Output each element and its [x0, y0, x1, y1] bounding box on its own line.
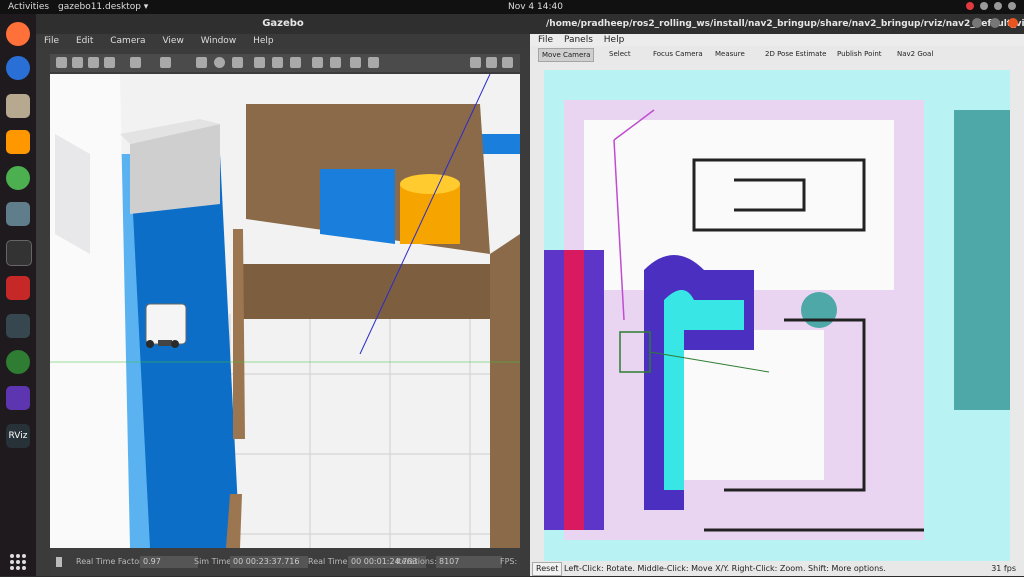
- menu-edit[interactable]: Edit: [76, 36, 93, 46]
- tool-move-camera[interactable]: Move Camera: [538, 48, 595, 62]
- power-icon[interactable]: [1008, 2, 1016, 10]
- rtf-value: 0.97: [140, 556, 198, 568]
- rtf-label: Real Time Factor:: [76, 557, 145, 566]
- menu-camera[interactable]: Camera: [110, 36, 145, 46]
- jump-icon[interactable]: [6, 166, 30, 190]
- pointlight-icon[interactable]: [254, 57, 265, 68]
- clock[interactable]: Nov 4 14:40: [508, 0, 563, 14]
- real-time-label: Real Time:: [308, 557, 351, 566]
- sphere-icon[interactable]: [214, 57, 225, 68]
- pause-icon[interactable]: [56, 557, 62, 567]
- rotate-icon[interactable]: [88, 57, 99, 68]
- xlaunch-icon[interactable]: [6, 386, 30, 410]
- sim-time-value: 00 00:23:37.716: [230, 556, 308, 568]
- minimize-icon[interactable]: [972, 18, 982, 28]
- cylinder-icon[interactable]: [232, 57, 243, 68]
- rviz-icon[interactable]: RViz: [6, 424, 30, 448]
- terminal-icon[interactable]: [6, 240, 32, 266]
- firefox-icon[interactable]: [6, 22, 30, 46]
- close-icon[interactable]: [1008, 18, 1018, 28]
- tool-measure[interactable]: Measure: [712, 48, 748, 60]
- gazebo-title: Gazebo: [36, 14, 530, 34]
- rviz-statusbar: Reset Left-Click: Rotate. Middle-Click: …: [530, 561, 1024, 576]
- vnc-icon[interactable]: [6, 276, 30, 300]
- fps-readout: 31 fps: [991, 564, 1016, 573]
- menu-help[interactable]: Help: [253, 36, 274, 46]
- gazebo-statusbar: Real Time Factor: 0.97 Sim Time: 00 00:2…: [50, 548, 520, 576]
- monitor-icon[interactable]: [6, 314, 30, 338]
- layers-icon[interactable]: [6, 202, 30, 226]
- plot-icon[interactable]: [502, 57, 513, 68]
- globe-icon[interactable]: [6, 350, 30, 374]
- fps-label: FPS:: [500, 557, 518, 566]
- copy-icon[interactable]: [312, 57, 323, 68]
- gazebo-menubar: File Edit Camera View Window Help: [36, 34, 530, 48]
- tool-focus-camera[interactable]: Focus Camera: [650, 48, 706, 60]
- undo-icon[interactable]: [130, 57, 141, 68]
- reset-button[interactable]: Reset: [532, 562, 563, 576]
- box-icon[interactable]: [196, 57, 207, 68]
- paste-icon[interactable]: [330, 57, 341, 68]
- tool-select[interactable]: Select: [606, 48, 634, 60]
- top-bar: Activities gazebo11.desktop ▾ Nov 4 14:4…: [0, 0, 1024, 14]
- files-icon[interactable]: [6, 94, 30, 118]
- scale-icon[interactable]: [104, 57, 115, 68]
- menu-help[interactable]: Help: [604, 35, 625, 45]
- activities-button[interactable]: Activities: [8, 0, 49, 14]
- app-menu[interactable]: gazebo11.desktop ▾: [58, 0, 148, 14]
- screenshot-icon[interactable]: [470, 57, 481, 68]
- log-icon[interactable]: [486, 57, 497, 68]
- apps-grid-icon[interactable]: [6, 550, 30, 574]
- translate-icon[interactable]: [72, 57, 83, 68]
- tool-nav2-goal[interactable]: Nav2 Goal: [894, 48, 936, 60]
- align-icon[interactable]: [350, 57, 361, 68]
- spotlight-icon[interactable]: [272, 57, 283, 68]
- menu-view[interactable]: View: [162, 36, 183, 46]
- network-icon[interactable]: [980, 2, 988, 10]
- sublime-icon[interactable]: [6, 130, 30, 154]
- dock: RViz: [0, 14, 36, 576]
- menu-panels[interactable]: Panels: [564, 35, 593, 45]
- thunderbird-icon[interactable]: [6, 56, 30, 80]
- iterations-label: Iterations:: [396, 557, 437, 566]
- gazebo-3d-viewport[interactable]: [50, 74, 520, 548]
- select-mode-icon[interactable]: [56, 57, 67, 68]
- gazebo-window: Gazebo File Edit Camera View Window Help: [36, 14, 530, 576]
- volume-icon[interactable]: [994, 2, 1002, 10]
- tool-2d-pose-estimate[interactable]: 2D Pose Estimate: [762, 48, 829, 60]
- redo-icon[interactable]: [160, 57, 171, 68]
- rviz-toolbar: Move Camera Select Focus Camera Measure …: [530, 46, 1024, 62]
- tool-publish-point[interactable]: Publish Point: [834, 48, 885, 60]
- maximize-icon[interactable]: [990, 18, 1000, 28]
- sim-time-label: Sim Time:: [194, 557, 234, 566]
- menu-window[interactable]: Window: [201, 36, 237, 46]
- menu-file[interactable]: File: [538, 35, 553, 45]
- dirlight-icon[interactable]: [290, 57, 301, 68]
- notification-icon[interactable]: [966, 2, 974, 10]
- rviz-title: /home/pradheep/ros2_rolling_ws/install/n…: [530, 14, 1024, 34]
- iterations-value: 8107: [436, 556, 502, 568]
- system-tray[interactable]: [966, 2, 1016, 10]
- rviz-window: /home/pradheep/ros2_rolling_ws/install/n…: [530, 14, 1024, 576]
- snap-icon[interactable]: [368, 57, 379, 68]
- rviz-map-view[interactable]: [544, 70, 1010, 576]
- menu-file[interactable]: File: [44, 36, 59, 46]
- gazebo-toolbar: [50, 54, 520, 72]
- rviz-menubar: File Panels Help: [530, 34, 1024, 46]
- mouse-help-text: Left-Click: Rotate. Middle-Click: Move X…: [564, 564, 886, 573]
